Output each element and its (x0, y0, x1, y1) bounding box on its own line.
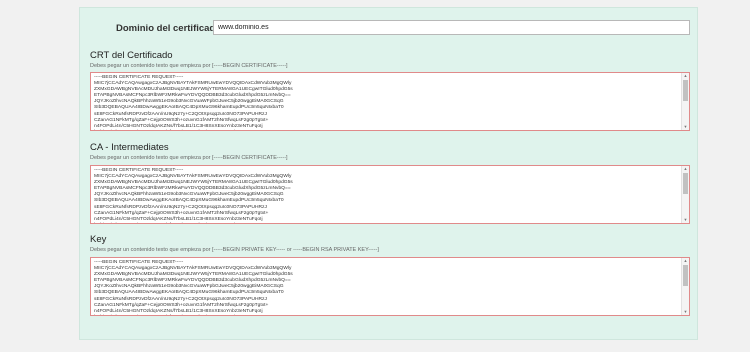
crt-textarea[interactable]: -----BEGIN CERTIFICATE REQUEST----- MIIC… (90, 72, 690, 131)
crt-textarea-wrap: -----BEGIN CERTIFICATE REQUEST----- MIIC… (90, 72, 690, 131)
crt-scrollbar[interactable]: ▲ ▼ (681, 73, 689, 130)
key-textarea[interactable]: -----BEGIN CERTIFICATE REQUEST----- MIIC… (90, 257, 690, 316)
ca-hint: Debes pegar un contenido texto que empie… (90, 155, 288, 161)
ca-title: CA - Intermediates (90, 142, 169, 153)
key-scrollbar[interactable]: ▲ ▼ (681, 258, 689, 315)
key-title: Key (90, 234, 107, 245)
ca-scrollbar[interactable]: ▲ ▼ (681, 166, 689, 223)
crt-scroll-thumb[interactable] (683, 80, 688, 101)
ca-textarea[interactable]: -----BEGIN CERTIFICATE REQUEST----- MIIC… (90, 165, 690, 224)
scroll-down-arrow-icon[interactable]: ▼ (682, 309, 689, 315)
scroll-up-arrow-icon[interactable]: ▲ (682, 166, 689, 172)
key-scroll-thumb[interactable] (683, 265, 688, 286)
domain-row: Dominio del certificado (80, 19, 697, 39)
scroll-up-arrow-icon[interactable]: ▲ (682, 258, 689, 264)
crt-hint: Debes pegar un contenido texto que empie… (90, 63, 288, 69)
ca-section: CA - Intermediates Debes pegar un conten… (90, 142, 690, 162)
scroll-down-arrow-icon[interactable]: ▼ (682, 217, 689, 223)
certificate-form-panel: Dominio del certificado CRT del Certific… (79, 7, 698, 340)
key-section: Key Debes pegar un contenido texto que e… (90, 234, 690, 254)
ca-textarea-wrap: -----BEGIN CERTIFICATE REQUEST----- MIIC… (90, 165, 690, 224)
scroll-down-arrow-icon[interactable]: ▼ (682, 124, 689, 130)
domain-input[interactable] (213, 20, 690, 35)
domain-label: Dominio del certificado (116, 23, 222, 34)
key-textarea-wrap: -----BEGIN CERTIFICATE REQUEST----- MIIC… (90, 257, 690, 316)
ca-scroll-thumb[interactable] (683, 173, 688, 194)
crt-section: CRT del Certificado Debes pegar un conte… (90, 50, 690, 70)
key-hint: Debes pegar un contenido texto que empie… (90, 247, 379, 253)
scroll-up-arrow-icon[interactable]: ▲ (682, 73, 689, 79)
crt-title: CRT del Certificado (90, 50, 173, 61)
